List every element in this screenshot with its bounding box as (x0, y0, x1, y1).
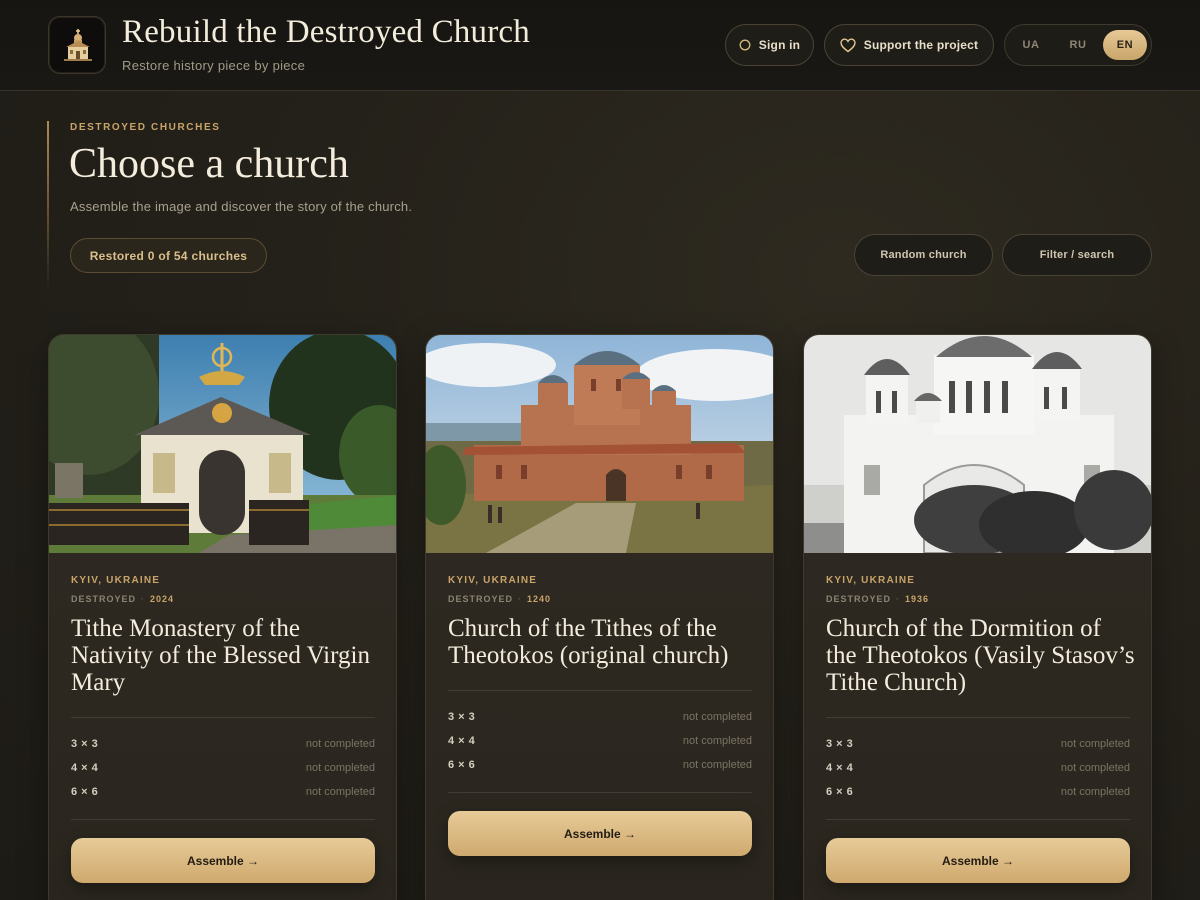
heart-icon (840, 37, 856, 52)
level-status: not completed (682, 735, 752, 747)
level-row: 4 × 4 not completed (448, 735, 752, 749)
support-label: Support the project (863, 38, 979, 52)
level-size: 4 × 4 (71, 762, 99, 774)
church-card[interactable]: KYIV, UKRAINE DESTROYED · 1936 Church of t… (803, 334, 1152, 900)
card-location: KYIV, UKRAINE (826, 575, 916, 586)
card-divider (448, 792, 752, 793)
progress-badge: Restored 0 of 54 churches (70, 238, 267, 273)
sign-in-button[interactable]: Sign in (725, 24, 814, 66)
card-location: KYIV, UKRAINE (448, 575, 538, 586)
level-size: 4 × 4 (826, 762, 854, 774)
level-size: 6 × 6 (71, 786, 99, 798)
level-row: 6 × 6 not completed (448, 759, 752, 773)
lang-ua-button[interactable]: UA (1009, 30, 1053, 60)
card-title: Tithe Monastery of the Nativity of the B… (71, 615, 370, 696)
page-title: Choose a church (69, 141, 349, 187)
church-card[interactable]: KYIV, UKRAINE DESTROYED · 2024 Tithe Monas… (48, 334, 397, 900)
level-status: not completed (682, 759, 752, 771)
level-row: 4 × 4 not completed (826, 762, 1130, 776)
level-row: 6 × 6 not completed (71, 786, 375, 800)
church-card[interactable]: KYIV, UKRAINE DESTROYED · 1240 Church of t… (425, 334, 774, 900)
hero-accent-line (47, 121, 49, 291)
church-image[interactable] (49, 335, 396, 553)
level-status: not completed (1060, 738, 1130, 750)
level-status: not completed (305, 762, 375, 774)
card-divider (71, 819, 375, 820)
card-title: Church of the Dormition of the Theotokos… (826, 615, 1135, 696)
church-icon (64, 29, 92, 61)
random-church-button[interactable]: Random church (854, 234, 993, 276)
lang-en-button[interactable]: EN (1103, 30, 1147, 60)
level-status: not completed (305, 738, 375, 750)
site-header: Rebuild the Destroyed Church Restore his… (0, 0, 1200, 91)
level-row: 3 × 3 not completed (448, 711, 752, 725)
card-location: KYIV, UKRAINE (71, 575, 161, 586)
card-divider (71, 717, 375, 718)
level-status: not completed (682, 711, 752, 723)
page-description: Assemble the image and discover the stor… (70, 199, 413, 214)
card-title: Church of the Tithes of the Theotokos (o… (448, 615, 729, 669)
level-size: 4 × 4 (448, 735, 476, 747)
site-title: Rebuild the Destroyed Church (122, 14, 530, 50)
level-row: 3 × 3 not completed (71, 738, 375, 752)
destroyed-label: DESTROYED (826, 594, 892, 604)
site-subtitle: Restore history piece by piece (122, 58, 306, 73)
lang-ru-button[interactable]: RU (1056, 30, 1100, 60)
level-size: 6 × 6 (448, 759, 476, 771)
logo[interactable] (48, 16, 106, 74)
destroyed-year: 1240 (527, 594, 552, 604)
card-divider (826, 819, 1130, 820)
level-size: 3 × 3 (448, 711, 476, 723)
church-image[interactable] (804, 335, 1151, 553)
level-row: 4 × 4 not completed (71, 762, 375, 776)
destroyed-year: 2024 (150, 594, 175, 604)
assemble-button[interactable]: Assemble → (826, 838, 1130, 883)
language-switcher: UA RU EN (1004, 24, 1152, 66)
card-destroyed: DESTROYED · 1240 (448, 594, 552, 604)
circle-icon (739, 39, 751, 51)
level-size: 3 × 3 (826, 738, 854, 750)
card-destroyed: DESTROYED · 1936 (826, 594, 930, 604)
level-size: 3 × 3 (71, 738, 99, 750)
level-status: not completed (1060, 786, 1130, 798)
card-divider (826, 717, 1130, 718)
level-row: 6 × 6 not completed (826, 786, 1130, 800)
level-status: not completed (1060, 762, 1130, 774)
assemble-button[interactable]: Assemble → (71, 838, 375, 883)
assemble-button[interactable]: Assemble → (448, 811, 752, 856)
card-divider (448, 690, 752, 691)
card-destroyed: DESTROYED · 2024 (71, 594, 175, 604)
level-size: 6 × 6 (826, 786, 854, 798)
level-row: 3 × 3 not completed (826, 738, 1130, 752)
support-project-button[interactable]: Support the project (824, 24, 994, 66)
church-image[interactable] (426, 335, 773, 553)
sign-in-label: Sign in (758, 38, 801, 52)
destroyed-year: 1936 (905, 594, 930, 604)
section-eyebrow: DESTROYED CHURCHES (70, 122, 221, 133)
filter-search-button[interactable]: Filter / search (1002, 234, 1152, 276)
level-status: not completed (305, 786, 375, 798)
destroyed-label: DESTROYED (448, 594, 514, 604)
destroyed-label: DESTROYED (71, 594, 137, 604)
